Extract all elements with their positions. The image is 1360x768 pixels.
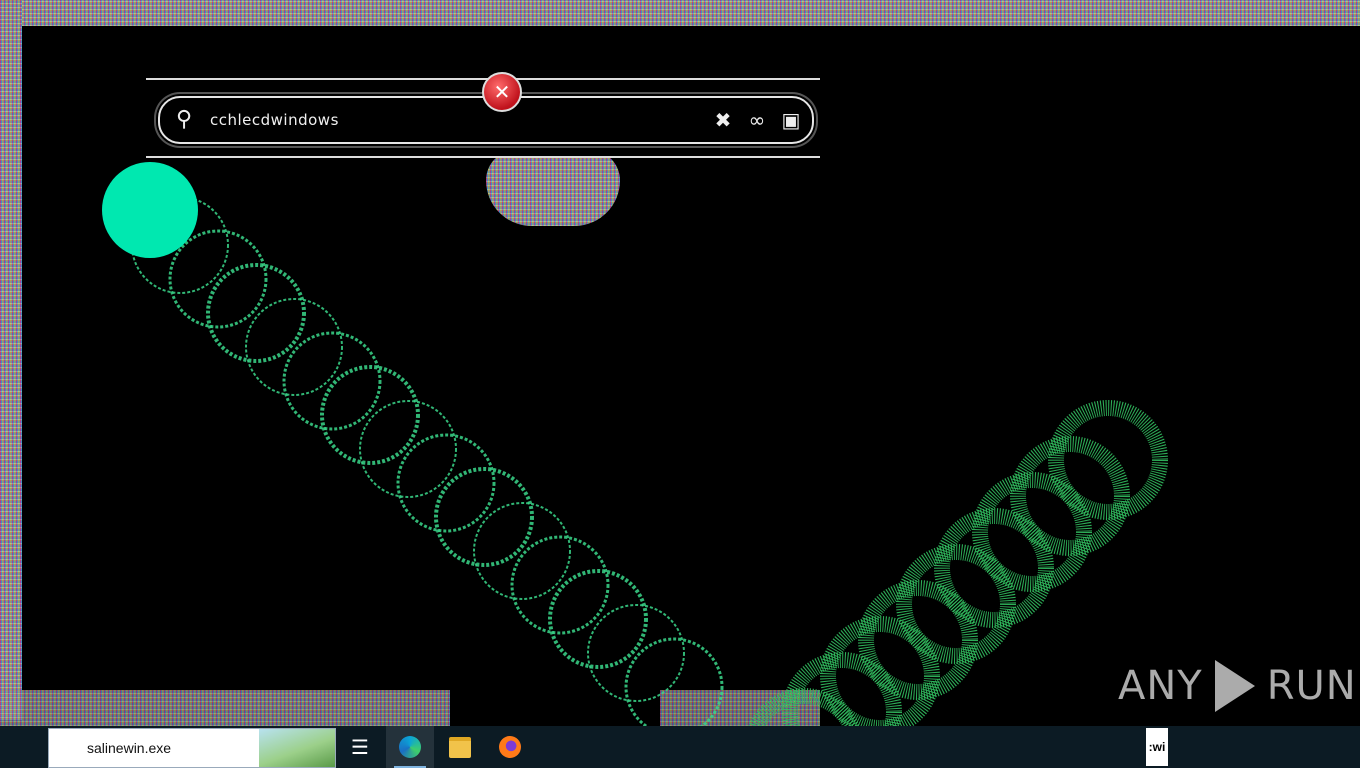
clipped-taskbar-label: :wi [1146,728,1168,766]
taskbar-search-text: salinewin.exe [87,740,172,756]
trail-ring [748,688,860,726]
task-view-icon[interactable]: ☰ [336,726,384,768]
trail-ring [548,569,648,669]
loop-icon[interactable]: ∞ [744,107,770,133]
trail-ring [396,433,496,533]
search-icon[interactable]: ⚲ [170,106,198,134]
taskbar: salinewin.exe ☰ :wi [0,726,1360,768]
right-circle-trail [748,400,1168,726]
edge-icon[interactable] [386,726,434,768]
trail-ring [510,535,610,635]
trail-ring [359,400,457,498]
left-circle-trail [131,196,724,726]
trail-ring [320,365,420,465]
search-input[interactable] [208,110,710,130]
close-icon[interactable]: ✖ [710,107,736,133]
trail-ring [587,604,685,702]
error-x-icon: ✕ [482,72,522,112]
trail-ring [206,263,306,363]
taskbar-search-box[interactable]: salinewin.exe [48,728,336,768]
trail-ring [820,616,940,726]
anyrun-watermark: ANY RUN [1118,660,1357,712]
trail-ring [245,298,343,396]
desktop: ⚲ ✖ ∞ ▣ ✕ ANY RUN salinewin.exe ☰ :wi [0,0,1360,768]
trail-ring [282,331,382,431]
watermark-right-text: RUN [1266,663,1357,709]
solid-green-circle [102,162,198,258]
search-highlight-image [259,729,335,767]
app-icon[interactable]: ▣ [778,107,804,133]
play-icon [1214,660,1255,712]
firefox-icon[interactable] [486,726,534,768]
folder-icon[interactable] [436,726,484,768]
trail-ring [434,467,534,567]
trail-ring [473,502,571,600]
trail-ring [168,229,268,329]
watermark-left-text: ANY [1118,663,1203,709]
